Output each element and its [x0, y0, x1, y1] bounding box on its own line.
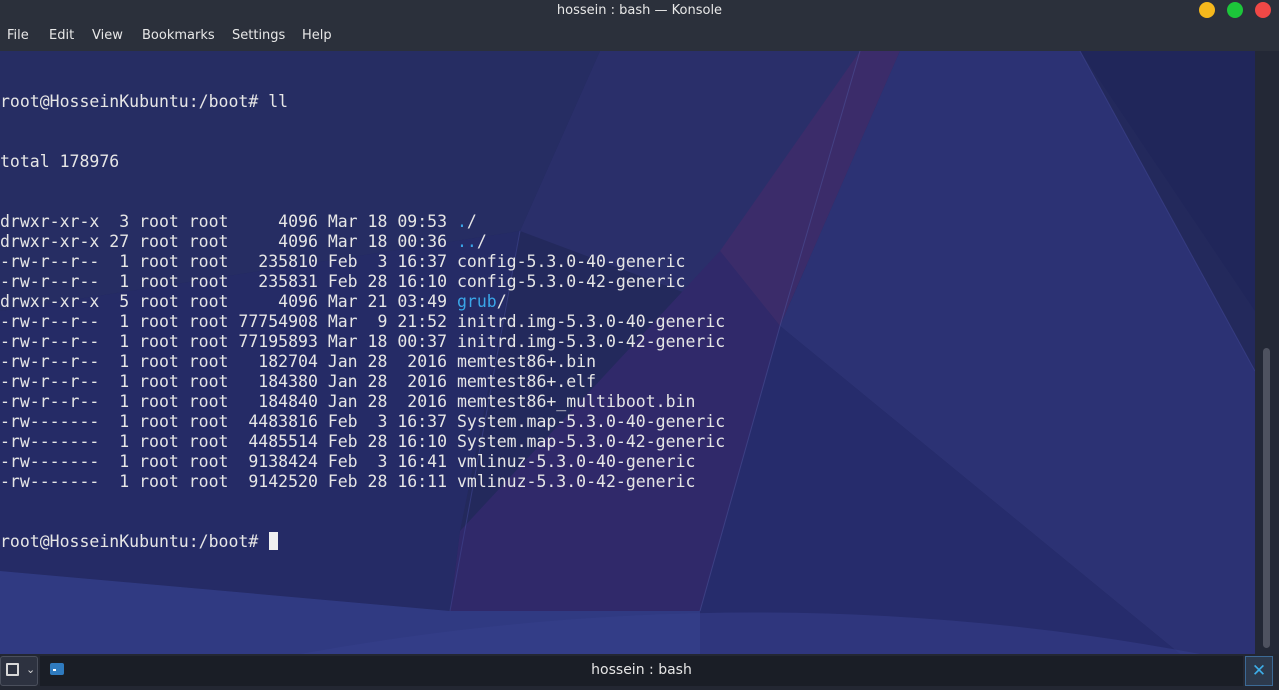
prompt: root@HosseinKubuntu:/boot#	[0, 532, 269, 551]
file-name: memtest86+_multiboot.bin	[456, 392, 696, 411]
file-name: vmlinuz-5.3.0-40-generic	[456, 452, 696, 471]
file-meta: drwxr-xr-x 3 root root 4096 Mar 18 09:53	[0, 212, 457, 231]
chevron-down-icon: ⌄	[26, 663, 36, 676]
terminal-view[interactable]: root@HosseinKubuntu:/boot# ll total 1789…	[0, 51, 1255, 654]
listing-row: -rw------- 1 root root 9138424 Feb 3 16:…	[0, 452, 725, 472]
minimize-button[interactable]	[1199, 2, 1215, 18]
listing-row: -rw------- 1 root root 4483816 Feb 3 16:…	[0, 412, 725, 432]
close-icon: ✕	[1251, 661, 1267, 681]
file-meta: -rw------- 1 root root 9142520 Feb 28 16…	[0, 472, 457, 491]
new-tab-icon	[6, 663, 19, 676]
window-titlebar[interactable]: hossein : bash — Konsole	[0, 0, 1279, 22]
vertical-scrollbar[interactable]	[1255, 51, 1279, 654]
file-meta: -rw------- 1 root root 4485514 Feb 28 16…	[0, 432, 457, 451]
maximize-button[interactable]	[1227, 2, 1243, 18]
tab-label: hossein : bash	[591, 662, 692, 678]
tab-hossein-bash[interactable]: hossein : bash	[40, 656, 1243, 686]
file-meta: -rw-r--r-- 1 root root 235831 Feb 28 16:…	[0, 272, 457, 291]
file-meta: -rw------- 1 root root 9138424 Feb 3 16:…	[0, 452, 457, 471]
listing-row: -rw------- 1 root root 4485514 Feb 28 16…	[0, 432, 725, 452]
directory-name: grub	[456, 292, 497, 311]
listing-row: -rw-r--r-- 1 root root 182704 Jan 28 201…	[0, 352, 725, 372]
listing-row: drwxr-xr-x 27 root root 4096 Mar 18 00:3…	[0, 232, 725, 252]
listing-row: -rw-r--r-- 1 root root 184380 Jan 28 201…	[0, 372, 725, 392]
menu-view[interactable]: View	[92, 28, 123, 43]
file-meta: -rw-r--r-- 1 root root 77195893 Mar 18 0…	[0, 332, 457, 351]
window-title: hossein : bash — Konsole	[556, 3, 723, 18]
file-name: memtest86+.bin	[456, 352, 597, 371]
listing-entries: drwxr-xr-x 3 root root 4096 Mar 18 09:53…	[0, 212, 725, 492]
directory-name: .	[456, 212, 467, 231]
scrollbar-thumb[interactable]	[1263, 348, 1270, 648]
name-suffix: /	[476, 232, 487, 251]
file-meta: -rw-r--r-- 1 root root 77754908 Mar 9 21…	[0, 312, 457, 331]
listing-row: -rw-r--r-- 1 root root 77195893 Mar 18 0…	[0, 332, 725, 352]
listing-row: drwxr-xr-x 5 root root 4096 Mar 21 03:49…	[0, 292, 725, 312]
file-meta: -rw-r--r-- 1 root root 184380 Jan 28 201…	[0, 372, 457, 391]
directory-name: ..	[456, 232, 477, 251]
name-suffix: /	[496, 292, 507, 311]
file-meta: -rw-r--r-- 1 root root 235810 Feb 3 16:3…	[0, 252, 457, 271]
file-meta: drwxr-xr-x 5 root root 4096 Mar 21 03:49	[0, 292, 457, 311]
file-meta: drwxr-xr-x 27 root root 4096 Mar 18 00:3…	[0, 232, 457, 251]
file-name: vmlinuz-5.3.0-42-generic	[456, 472, 696, 491]
file-name: config-5.3.0-42-generic	[456, 272, 686, 291]
file-meta: -rw-r--r-- 1 root root 184840 Jan 28 201…	[0, 392, 457, 411]
command-text: ll	[268, 92, 289, 111]
file-meta: -rw-r--r-- 1 root root 182704 Jan 28 201…	[0, 352, 457, 371]
prompt: root@HosseinKubuntu:/boot#	[0, 92, 269, 111]
active-prompt-line[interactable]: root@HosseinKubuntu:/boot#	[0, 532, 725, 552]
menu-file[interactable]: File	[7, 28, 29, 43]
menu-bookmarks[interactable]: Bookmarks	[142, 28, 215, 43]
file-name: initrd.img-5.3.0-42-generic	[456, 332, 726, 351]
close-window-button[interactable]	[1255, 2, 1271, 18]
listing-row: -rw-r--r-- 1 root root 235810 Feb 3 16:3…	[0, 252, 725, 272]
listing-row: drwxr-xr-x 3 root root 4096 Mar 18 09:53…	[0, 212, 725, 232]
listing-row: -rw-r--r-- 1 root root 184840 Jan 28 201…	[0, 392, 725, 412]
terminal-output: root@HosseinKubuntu:/boot# ll total 1789…	[0, 52, 725, 592]
new-tab-button[interactable]: ⌄	[0, 656, 38, 686]
menu-settings[interactable]: Settings	[232, 28, 285, 43]
listing-row: -rw-r--r-- 1 root root 77754908 Mar 9 21…	[0, 312, 725, 332]
listing-row: -rw------- 1 root root 9142520 Feb 28 16…	[0, 472, 725, 492]
menu-bar: File Edit View Bookmarks Settings Help	[0, 22, 1279, 51]
text-cursor	[269, 532, 279, 550]
file-name: System.map-5.3.0-42-generic	[456, 432, 726, 451]
file-name: initrd.img-5.3.0-40-generic	[456, 312, 726, 331]
close-tab-button[interactable]: ✕	[1245, 656, 1273, 686]
tab-bar: ⌄ hossein : bash ✕	[0, 654, 1279, 690]
listing-row: -rw-r--r-- 1 root root 235831 Feb 28 16:…	[0, 272, 725, 292]
menu-help[interactable]: Help	[302, 28, 332, 43]
name-suffix: /	[466, 212, 477, 231]
file-name: config-5.3.0-40-generic	[456, 252, 686, 271]
menu-edit[interactable]: Edit	[49, 28, 74, 43]
file-name: System.map-5.3.0-40-generic	[456, 412, 726, 431]
command-line: root@HosseinKubuntu:/boot# ll	[0, 92, 725, 112]
file-meta: -rw------- 1 root root 4483816 Feb 3 16:…	[0, 412, 457, 431]
file-name: memtest86+.elf	[456, 372, 597, 391]
total-line: total 178976	[0, 152, 120, 171]
